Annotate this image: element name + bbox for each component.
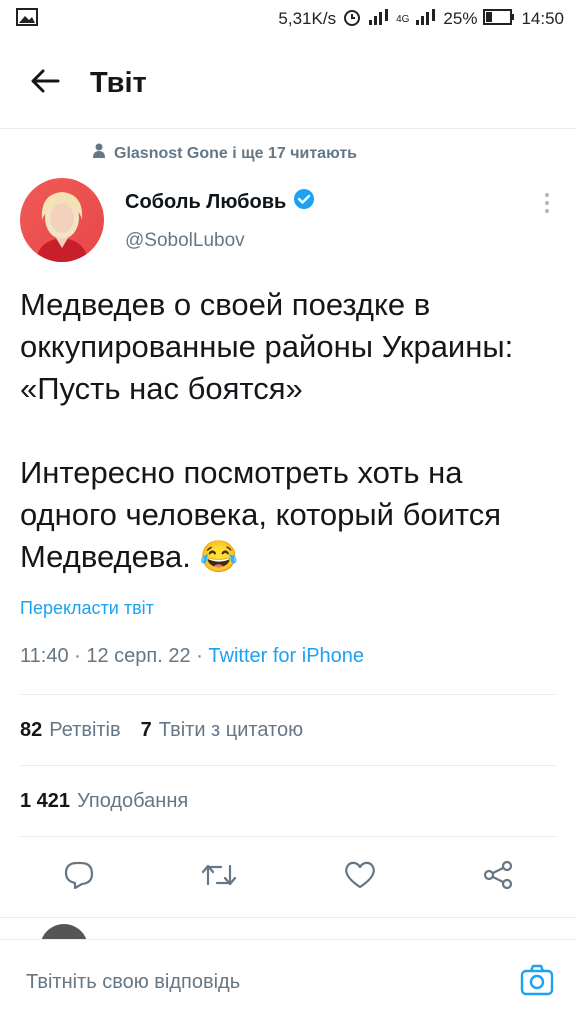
quotes-stat[interactable]: 7 Твіти з цитатою (141, 719, 303, 742)
likes-label: Уподобання (77, 789, 189, 812)
tweet-text: Медведев о своей поездке в оккупированны… (20, 284, 556, 578)
tweet-paragraph-text: Интересно посмотреть хоть на одного чело… (20, 455, 502, 574)
battery-percent: 25% (443, 9, 478, 28)
likes-count: 1 421 (20, 789, 71, 812)
retweets-count: 82 (20, 718, 43, 741)
social-context-text: Glasnost Gone і ще 17 читають (114, 144, 358, 162)
share-icon[interactable] (483, 860, 513, 890)
reply-input[interactable] (24, 969, 468, 995)
tweet-meta: 11:40 · 12 серп. 22 · Twitter for iPhone (20, 645, 556, 668)
network-type: 4G (396, 13, 410, 25)
retweets-stat[interactable]: 82 Ретвітів (20, 719, 121, 742)
meta-separator: · (74, 645, 81, 667)
author-handle[interactable]: @SobolLubov (125, 230, 315, 252)
translate-link[interactable]: Перекласти твіт (20, 598, 556, 619)
camera-icon[interactable] (520, 964, 554, 996)
more-options-button[interactable] (544, 192, 550, 219)
social-context[interactable]: Glasnost Gone і ще 17 читають (92, 143, 576, 164)
tweet-date[interactable]: 12 серп. 22 (86, 645, 190, 667)
avatar[interactable] (20, 178, 104, 262)
network-speed: 5,31K/s (278, 9, 337, 28)
retweet-icon[interactable] (201, 862, 237, 888)
author-names: Соболь Любовь @SobolLubov (125, 188, 315, 262)
signal-icon (415, 8, 437, 30)
tweet-time[interactable]: 11:40 (20, 645, 69, 667)
signal-icon (368, 8, 390, 30)
tweet-actions (0, 837, 576, 917)
status-bar: 5,31K/s 4G 25% 14:50 (0, 0, 576, 38)
author-name-row[interactable]: Соболь Любовь (125, 188, 315, 216)
verified-badge-icon (293, 188, 315, 216)
back-button[interactable] (0, 68, 90, 99)
image-icon (16, 7, 38, 31)
more-vertical-icon[interactable] (544, 193, 550, 218)
camera-button[interactable] (520, 964, 554, 1001)
tweet-author: Соболь Любовь @SobolLubov (0, 178, 576, 262)
tweet-paragraph: Медведев о своей поездке в оккупированны… (20, 287, 514, 406)
author-name: Соболь Любовь (125, 190, 287, 213)
tweet-paragraph: Интересно посмотреть хоть на одного чело… (20, 452, 556, 578)
like-stats: 1 421 Уподобання (0, 766, 576, 836)
battery-icon (483, 8, 515, 30)
app-bar: Твіт (0, 38, 576, 129)
meta-separator: · (196, 645, 203, 667)
alarm-icon (342, 7, 362, 32)
reply-compose-bar (0, 939, 576, 1024)
like-icon[interactable] (344, 861, 376, 889)
retweet-button[interactable] (201, 862, 237, 893)
reply-button[interactable] (64, 861, 94, 894)
laughing-emoji: 😂 (199, 539, 239, 574)
likes-stat[interactable]: 1 421 Уподобання (20, 790, 188, 813)
reply-icon[interactable] (64, 861, 94, 889)
quotes-label: Твіти з цитатою (158, 718, 304, 741)
quotes-count: 7 (140, 718, 152, 741)
tweet-source[interactable]: Twitter for iPhone (208, 645, 364, 667)
person-icon (92, 143, 106, 164)
like-button[interactable] (344, 861, 376, 894)
clock: 14:50 (521, 9, 564, 28)
retweets-label: Ретвітів (49, 718, 121, 741)
back-arrow-icon[interactable] (30, 68, 60, 99)
share-button[interactable] (483, 860, 513, 895)
retweet-stats: 82 Ретвітів 7 Твіти з цитатою (0, 695, 576, 765)
page-title: Твіт (90, 66, 147, 99)
